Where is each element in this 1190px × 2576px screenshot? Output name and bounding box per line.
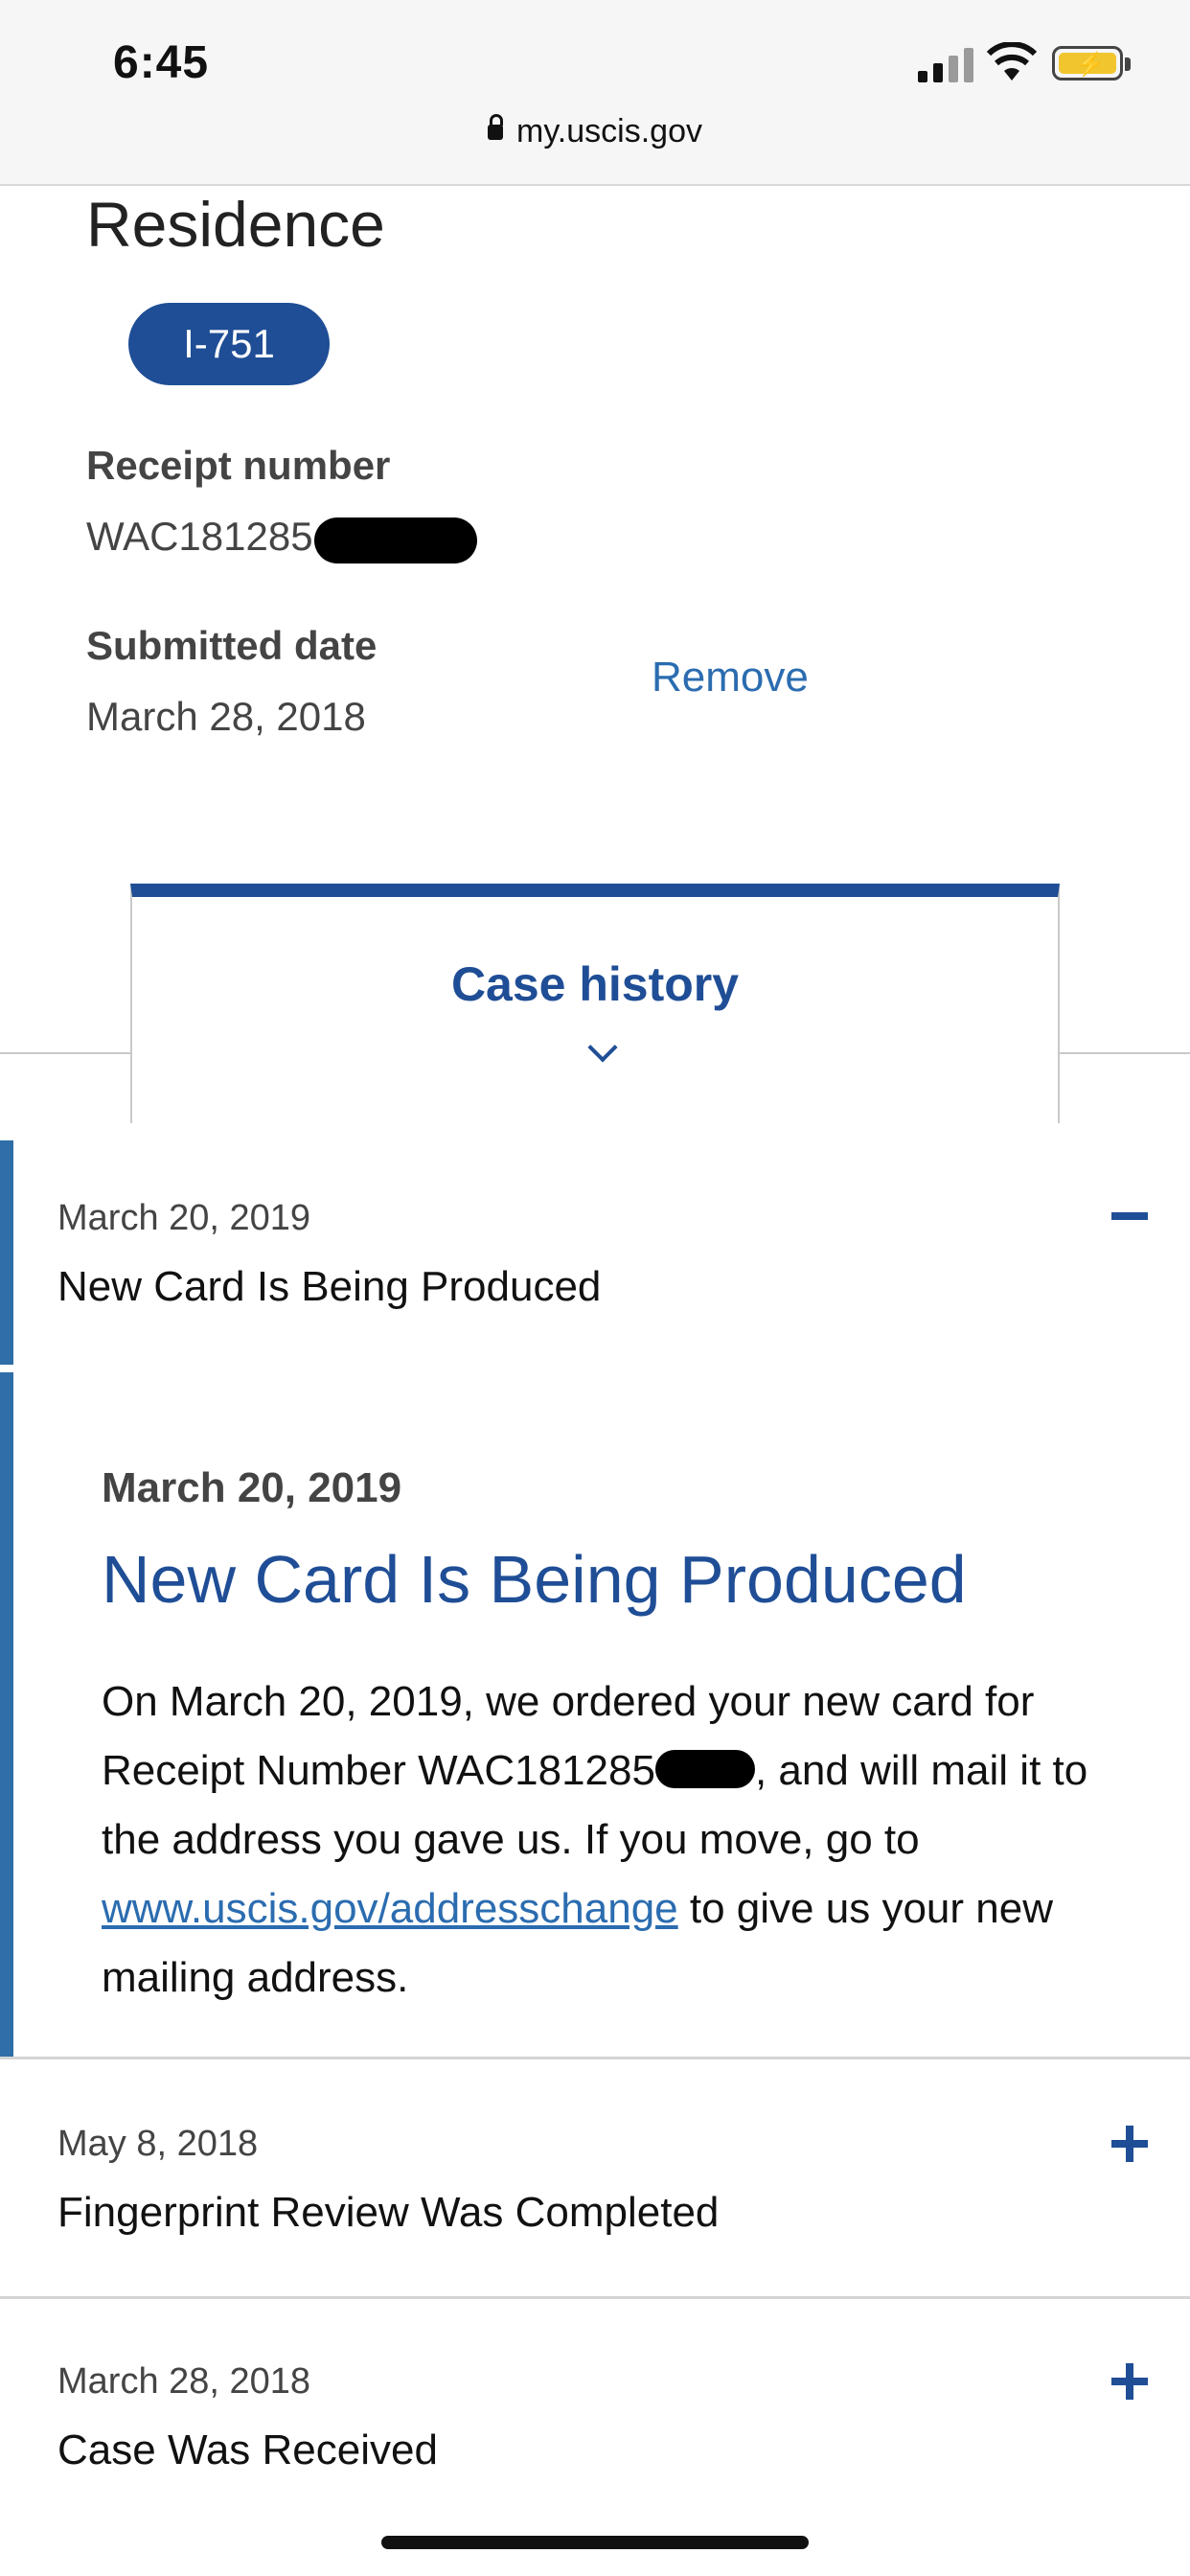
home-indicator[interactable]: [381, 2536, 809, 2549]
tab-baseline-left: [0, 1052, 130, 1054]
browser-top-bar: 6:45 ⚡ my.uscis.gov: [0, 0, 1190, 186]
expand-plus-icon[interactable]: [1111, 2126, 1148, 2162]
status-time: 6:45: [113, 37, 210, 88]
wifi-icon: [987, 42, 1037, 80]
address-change-link[interactable]: www.uscis.gov/addresschange: [102, 1885, 678, 1932]
expand-plus-icon[interactable]: [1111, 2363, 1148, 2400]
history-detail-accent: [0, 1372, 13, 2057]
remove-link[interactable]: Remove: [652, 654, 809, 702]
submitted-date-label: Submitted date: [86, 623, 378, 668]
battery-tip: [1125, 58, 1131, 71]
history-item-date: May 8, 2018: [57, 2124, 259, 2164]
form-type-badge: I-751: [128, 303, 330, 385]
receipt-number-value: WAC181285: [86, 514, 313, 559]
history-item-accent: [0, 1140, 13, 1365]
history-item-title: Case Was Received: [57, 2426, 438, 2473]
history-item-date: March 20, 2019: [57, 1198, 311, 1238]
detail-body: On March 20, 2019, we ordered your new c…: [102, 1668, 1146, 2012]
redaction-mark: [654, 1750, 755, 1789]
tab-baseline-right: [1060, 1052, 1190, 1054]
row-divider: [0, 2057, 1190, 2059]
address-bar[interactable]: my.uscis.gov: [0, 113, 1190, 150]
detail-date: March 20, 2019: [102, 1464, 402, 1511]
receipt-number-label: Receipt number: [86, 443, 391, 488]
url-text: my.uscis.gov: [516, 113, 702, 150]
case-heading: Residence: [86, 189, 385, 260]
detail-title: New Card Is Being Produced: [102, 1542, 967, 1617]
cellular-signal-icon: [918, 48, 973, 82]
chevron-down-icon: [587, 1032, 618, 1063]
tab-case-history-label: Case history: [450, 957, 740, 1011]
history-item-title: New Card Is Being Produced: [57, 1263, 602, 1310]
history-item-date: March 28, 2018: [57, 2361, 311, 2402]
submitted-date-value: March 28, 2018: [86, 694, 366, 739]
history-item-title: Fingerprint Review Was Completed: [57, 2189, 720, 2236]
battery-icon: ⚡: [1052, 46, 1123, 80]
redaction-mark: [314, 518, 477, 564]
row-divider: [0, 2296, 1190, 2299]
tab-case-history[interactable]: Case history: [130, 884, 1060, 1123]
lock-icon: [488, 114, 503, 140]
collapse-minus-icon[interactable]: [1111, 1198, 1148, 1234]
